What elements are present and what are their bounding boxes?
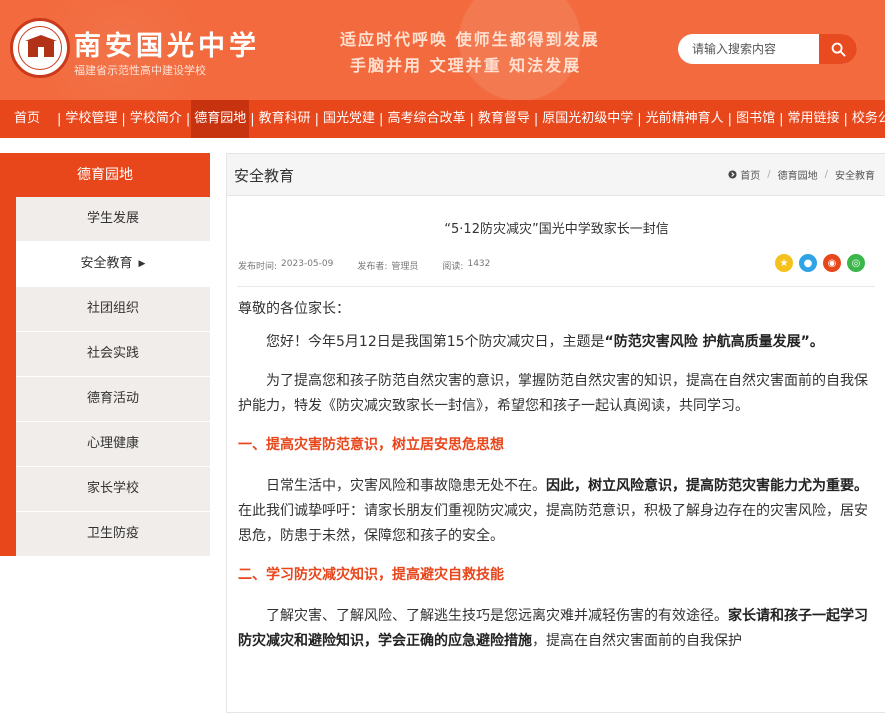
sidebar-item-parent-school[interactable]: 家长学校 xyxy=(16,467,210,512)
school-slogan: 适应时代呼唤 使师生都得到发展 手脑并用 文理并重 知法发展 xyxy=(340,27,600,79)
main-content: 安全教育 首页 / 德育园地 / 安全教育 “5·12防灾减灾”国光中学致家长一… xyxy=(226,153,885,713)
content-header: 安全教育 首页 / 德育园地 / 安全教育 xyxy=(227,154,885,196)
article-body: 尊敬的各位家长： 您好！今年5月12日是我国第15个防灾减灾日，主题是“防范灾害… xyxy=(238,297,868,668)
article-title: “5·12防灾减灾”国光中学致家长一封信 xyxy=(444,222,669,237)
nav-item-links[interactable]: 常用链接 xyxy=(784,100,842,138)
section-title: 安全教育 xyxy=(234,167,295,185)
school-name[interactable]: 南安国光中学 xyxy=(74,24,260,63)
sidebar-item-epidemic-prevention[interactable]: 卫生防疫 xyxy=(16,512,210,557)
nav-item-former-junior-school[interactable]: 原国光初级中学 xyxy=(539,100,636,138)
weibo-icon[interactable]: ◉ xyxy=(823,254,841,272)
qzone-icon[interactable]: ★ xyxy=(775,254,793,272)
divider xyxy=(237,286,875,287)
sidebar-item-moral-activities[interactable]: 德育活动 xyxy=(16,377,210,422)
sidebar-item-mental-health[interactable]: 心理健康 xyxy=(16,422,210,467)
search-button[interactable] xyxy=(819,34,857,64)
sidebar-item-student-development[interactable]: 学生发展 xyxy=(16,197,210,242)
section-heading-2: 二、学习防灾减灾知识，提高避灾自救技能 xyxy=(238,567,504,583)
views-label: 阅读: xyxy=(442,262,464,272)
breadcrumb-level1[interactable]: 德育园地 xyxy=(778,167,818,182)
nav-item-spirit[interactable]: 光前精神育人 xyxy=(643,100,727,138)
share-bar: ★ ● ◉ ◎ xyxy=(769,254,865,272)
section-heading-1: 一、提高灾害防范意识，树立居安思危思想 xyxy=(238,437,504,453)
paragraph-2: 为了提高您和孩子防范自然灾害的意识，掌握防范自然灾害的知识，提高在自然灾害面前的… xyxy=(238,373,868,414)
nav-item-home[interactable]: 首页 xyxy=(0,100,56,138)
paragraph-3: 日常生活中，灾害风险和事故隐患无处不在。因此，树立风险意识，提高防范灾害能力尤为… xyxy=(238,478,868,544)
sidebar-item-clubs[interactable]: 社团组织 xyxy=(16,287,210,332)
paragraph-1: 您好！今年5月12日是我国第15个防灾减灾日，主题是“防范灾害风险 护航高质量发… xyxy=(266,334,824,350)
breadcrumb: 首页 / 德育园地 / 安全教育 xyxy=(728,167,875,182)
sidebar: 德育园地 学生发展 安全教育 ▶ 社团组织 社会实践 德育活动 心理健康 家长学校… xyxy=(0,153,210,557)
nav-item-public-affairs[interactable]: 校务公开 xyxy=(849,100,885,138)
view-count: 1432 xyxy=(467,259,491,269)
nav-item-school-intro[interactable]: 学校简介 xyxy=(127,100,185,138)
nav-item-supervision[interactable]: 教育督导 xyxy=(475,100,533,138)
slogan-line-1: 适应时代呼唤 使师生都得到发展 xyxy=(340,30,600,49)
caret-right-icon: ▶ xyxy=(138,259,146,269)
search-input[interactable] xyxy=(692,34,822,64)
wechat-icon[interactable]: ◎ xyxy=(847,254,865,272)
nav-item-research[interactable]: 教育科研 xyxy=(256,100,314,138)
school-subtitle: 福建省示范性高中建设学校 xyxy=(74,64,206,77)
main-nav: 首页 | 学校管理 | 学校简介 | 德育园地 | 教育科研 | 国光党建 | … xyxy=(0,100,885,138)
school-logo[interactable] xyxy=(10,18,70,78)
nav-item-gaokao-reform[interactable]: 高考综合改革 xyxy=(384,100,468,138)
search-box xyxy=(678,34,857,64)
author-label: 发布者: xyxy=(357,262,388,272)
nav-item-moral-education[interactable]: 德育园地 xyxy=(191,100,250,138)
sidebar-item-safety-education[interactable]: 安全教育 ▶ xyxy=(16,242,210,287)
search-icon xyxy=(831,42,846,57)
greeting: 尊敬的各位家长： xyxy=(238,301,350,317)
nav-item-library[interactable]: 图书馆 xyxy=(733,100,778,138)
sidebar-title: 德育园地 xyxy=(77,167,133,183)
nav-item-party[interactable]: 国光党建 xyxy=(320,100,378,138)
sidebar-list: 学生发展 安全教育 ▶ 社团组织 社会实践 德育活动 心理健康 家长学校 卫生防疫 xyxy=(16,197,210,557)
breadcrumb-home[interactable]: 首页 xyxy=(740,167,760,182)
site-header: 南安国光中学 福建省示范性高中建设学校 适应时代呼唤 使师生都得到发展 手脑并用… xyxy=(0,0,885,100)
publish-date: 2023-05-09 xyxy=(281,259,334,269)
sidebar-item-social-practice[interactable]: 社会实践 xyxy=(16,332,210,377)
date-label: 发布时间: xyxy=(238,262,278,272)
breadcrumb-current: 安全教育 xyxy=(835,171,875,182)
paragraph-4: 了解灾害、了解风险、了解逃生技巧是您远离灾难并减轻伤害的有效途径。家长请和孩子一… xyxy=(238,608,868,649)
nav-item-school-management[interactable]: 学校管理 xyxy=(62,100,120,138)
qq-icon[interactable]: ● xyxy=(799,254,817,272)
home-icon xyxy=(728,170,737,179)
article-meta: 发布时间: 2023-05-09 发布者: 管理员 阅读: 1432 xyxy=(238,259,494,272)
slogan-line-2: 手脑并用 文理并重 知法发展 xyxy=(350,56,582,75)
author: 管理员 xyxy=(391,262,419,272)
